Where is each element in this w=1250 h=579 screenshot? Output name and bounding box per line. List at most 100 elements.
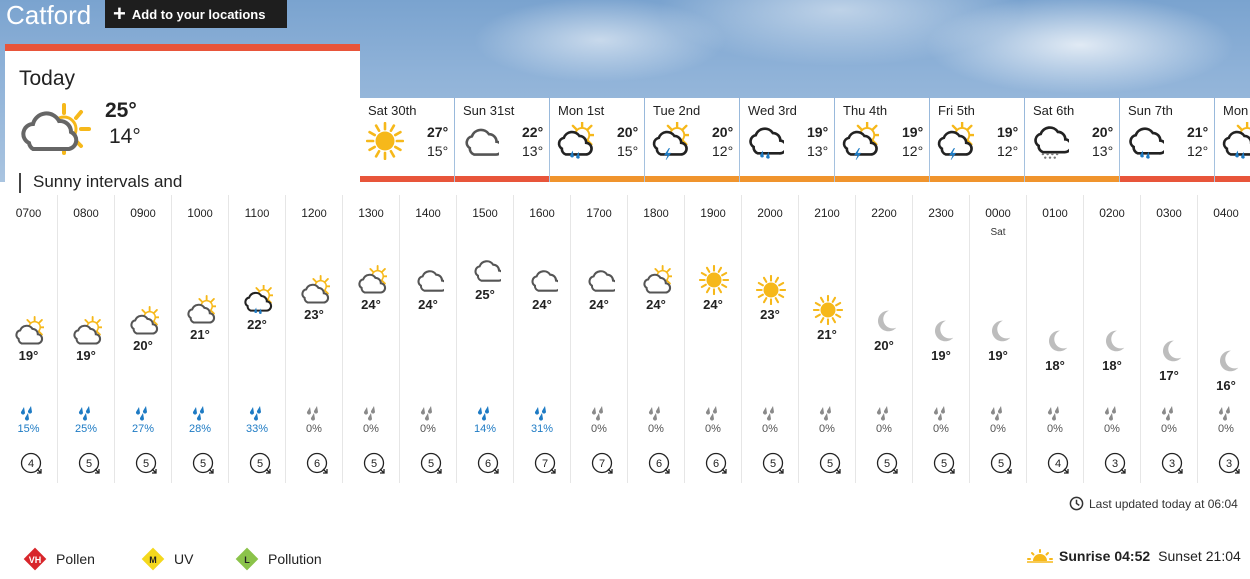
hour-hh: 23: [928, 206, 942, 220]
cloud-icon: [461, 122, 504, 165]
hour-hh: 13: [358, 206, 372, 220]
hour-column[interactable]: 2000 23° 0% 5: [741, 195, 798, 483]
day-tab[interactable]: Sat 6th 20° 13°: [1025, 98, 1119, 182]
hour-column[interactable]: 1700 24° 0% 7: [570, 195, 627, 483]
hour-temp-value: 24: [532, 297, 547, 313]
hour-column[interactable]: 0800 19° 25% 5: [57, 195, 114, 483]
hour-temp-value: 20: [133, 337, 148, 353]
rain-chance: 0%: [933, 423, 949, 435]
day-tab[interactable]: Mon 1st 20° 15°: [550, 98, 644, 182]
hour-column[interactable]: 0100 18° 0% 4: [1026, 195, 1083, 483]
hour-column[interactable]: 2300 19° 0% 5: [912, 195, 969, 483]
hour-column[interactable]: 1400 24° 0% 5: [399, 195, 456, 483]
hour-mm: 00: [884, 208, 897, 220]
hour-column[interactable]: 0300 17° 0% 3: [1140, 195, 1197, 483]
sun-icon: [365, 121, 405, 165]
day-date: 3rd: [778, 103, 797, 118]
hour-column[interactable]: 2100 21° 0% 5: [798, 195, 855, 483]
day-tab[interactable]: Mon 8: [1215, 98, 1250, 182]
day-tab[interactable]: Sun 7th 21° 12°: [1120, 98, 1214, 182]
last-updated-text: Last updated today at 06:04: [1089, 496, 1238, 511]
hour-column[interactable]: 1000 21° 28% 5: [171, 195, 228, 483]
sun-cloud-icon: [17, 101, 97, 168]
day-high-temp: 19°: [902, 124, 924, 140]
wind-speed-icon: 6: [306, 452, 330, 481]
rain-chance: 0%: [705, 423, 721, 435]
day-tab[interactable]: Wed 3rd 19° 13°: [740, 98, 834, 182]
hour-column[interactable]: 1300 24° 0% 5: [342, 195, 399, 483]
hour-column[interactable]: 1900 24° 0% 6: [684, 195, 741, 483]
hour-column[interactable]: 1500 25° 14% 6: [456, 195, 513, 483]
hour-temp-value: 24: [703, 297, 718, 313]
sunrise-icon: [1027, 549, 1053, 563]
wind-speed-value: 5: [884, 458, 890, 470]
wind-speed-value: 5: [200, 458, 206, 470]
hour-column[interactable]: 1100 22° 33% 5: [228, 195, 285, 483]
hour-mm: 00: [371, 208, 384, 220]
legend-item-pollen[interactable]: VH Pollen: [22, 546, 95, 572]
legend-item-pollution[interactable]: L Pollution: [234, 546, 322, 572]
wind-speed-value: 3: [1169, 458, 1175, 470]
day-tab[interactable]: Tue 2nd 20° 12°: [645, 98, 739, 182]
level-badge: L: [244, 555, 250, 565]
hour-column[interactable]: 1800 24° 0% 6: [627, 195, 684, 483]
hour-temp-value: 23: [760, 307, 775, 323]
hour-column[interactable]: 0900 20° 27% 5: [114, 195, 171, 483]
level-badge: VH: [29, 555, 42, 565]
hour-column[interactable]: 0400 16° 0% 3: [1197, 195, 1250, 483]
day-tab[interactable]: Sun 31st 22° 13°: [455, 98, 549, 182]
hour-column[interactable]: 0200 18° 0% 3: [1083, 195, 1140, 483]
day-date: 5th: [956, 103, 975, 118]
wind-speed-value: 7: [599, 458, 605, 470]
wind-speed-value: 5: [428, 458, 434, 470]
day-tab[interactable]: Sat 30th 27° 15°: [360, 98, 454, 182]
day-date: 2nd: [678, 103, 701, 118]
rain-chance: 0%: [306, 423, 322, 435]
hour-temp: 20°: [133, 337, 153, 353]
day-tab[interactable]: Fri 5th 19° 12°: [930, 98, 1024, 182]
legend-item-uv[interactable]: M UV: [140, 546, 193, 572]
hour-temp-value: 16: [1216, 378, 1231, 393]
hour-column[interactable]: 2200 20° 0% 5: [855, 195, 912, 483]
hour-time: 0100: [1027, 206, 1083, 220]
day-low-temp: 12°: [902, 143, 924, 159]
rain-chance: 27%: [131, 423, 155, 435]
day-label: Mon 1st: [558, 103, 604, 118]
wind-speed-value: 6: [713, 458, 719, 470]
hail-cloud-icon: [1031, 122, 1073, 165]
day-name: Mon: [1223, 103, 1249, 118]
sunset-time: 21:04: [1205, 548, 1241, 564]
hour-temp-value: 19: [76, 347, 91, 363]
wind-speed-value: 5: [371, 458, 377, 470]
legend-label: Pollen: [56, 551, 95, 567]
hour-mm: 00: [1226, 208, 1239, 220]
rain-chance: 33%: [245, 423, 269, 435]
wind-speed-value: 5: [143, 458, 149, 470]
sun-thunder-icon: [841, 120, 882, 165]
hour-mm: 00: [827, 208, 840, 220]
level-badge-icon: L: [235, 547, 259, 571]
hour-column[interactable]: 1200 23° 0% 6: [285, 195, 342, 483]
wind-speed-icon: 6: [648, 452, 672, 481]
wind-speed-icon: 5: [249, 452, 273, 481]
day-tab[interactable]: Thu 4th 19° 12°: [835, 98, 929, 182]
rain-chance: 0%: [1218, 423, 1234, 435]
hour-column[interactable]: 0000 Sat 19° 0% 5: [969, 195, 1026, 483]
hour-temp-value: 19: [988, 347, 1003, 363]
day-low-temp: 12°: [1187, 143, 1209, 159]
hour-hh: 20: [757, 206, 771, 220]
hour-column[interactable]: 1600 24° 31% 7: [513, 195, 570, 483]
wind-speed-icon: 5: [762, 452, 786, 481]
hour-time: 1800: [628, 206, 684, 220]
hour-temp: 25°: [475, 287, 495, 302]
hour-hh: 11: [244, 206, 258, 220]
day-low-temp: 13°: [807, 143, 829, 159]
sun-thunder-icon: [651, 120, 692, 165]
wind-speed-value: 4: [1055, 458, 1061, 470]
today-card[interactable]: Today 25° 14° Sunny intervals and: [5, 44, 360, 193]
hour-hh: 17: [586, 206, 600, 220]
hour-hh: 03: [1156, 206, 1170, 220]
add-location-button[interactable]: + Add to your locations: [105, 0, 287, 28]
hour-temp-value: 20: [874, 337, 889, 353]
hour-column[interactable]: 0700 19° 15% 4: [0, 195, 57, 483]
